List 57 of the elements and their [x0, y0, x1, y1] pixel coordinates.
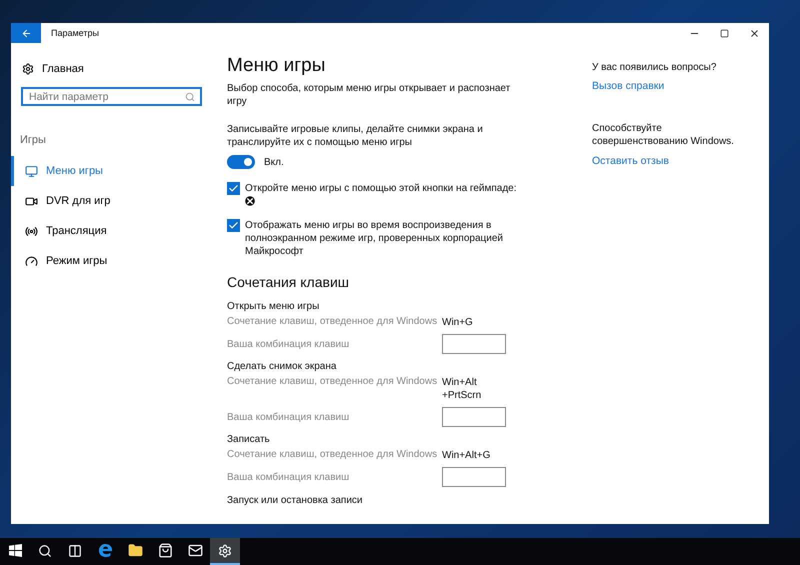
- page-title: Меню игры: [227, 55, 326, 77]
- description-text: Выбор способа, которым меню игры открывает и распознает игру: [227, 82, 512, 108]
- nav-item[interactable]: Меню игры: [11, 156, 216, 186]
- shortcut-keys: Win+G: [442, 316, 473, 329]
- shortcut-label: Ваша комбинация клавиш: [227, 339, 350, 350]
- back-arrow-icon: [20, 28, 32, 38]
- task-view-icon: [68, 544, 82, 558]
- folder-icon: [128, 543, 142, 558]
- section-heading: Сочетания клавиш: [227, 274, 350, 290]
- shortcut-label: Сочетание клавиш, отведенное для Windows: [227, 449, 438, 460]
- feedback-text: Способствуйте совершенствованию Windows.: [592, 122, 735, 148]
- home-link[interactable]: Главная: [22, 59, 216, 79]
- shortcut-keys: Win+Alt +PrtScrn: [442, 376, 482, 402]
- settings-icon: [218, 544, 232, 558]
- windows-logo-icon: [8, 544, 22, 557]
- shortcut-keys: Win+Alt+G: [442, 449, 490, 462]
- nav-item[interactable]: Трансляция: [11, 216, 216, 246]
- search-icon: [185, 92, 195, 102]
- maximize-icon: [720, 28, 728, 38]
- checkbox[interactable]: [227, 182, 240, 195]
- shortcut-label: Ваша комбинация клавиш: [227, 412, 350, 423]
- search-field[interactable]: Найти параметр: [21, 87, 202, 106]
- video-icon: [25, 194, 38, 208]
- shortcut-title: Записать: [227, 434, 271, 445]
- monitor-icon: [25, 164, 38, 178]
- checkbox-label: Откройте меню игры с помощью этой кнопки на геймпаде:: [245, 182, 517, 195]
- browser-logo-icon: [98, 543, 112, 558]
- search-icon: [38, 544, 52, 558]
- toggle-state-text: Вкл.: [264, 156, 284, 168]
- taskbar-button[interactable]: [210, 538, 240, 565]
- gear-icon: [22, 63, 34, 75]
- mail-icon: [188, 543, 202, 558]
- shortcut-label: Сочетание клавиш, отведенное для Windows: [227, 316, 438, 327]
- nav-item[interactable]: DVR для игр: [11, 186, 216, 216]
- window-title: Параметры: [51, 28, 100, 38]
- feedback-link[interactable]: Оставить отзыв: [592, 155, 752, 167]
- shortcut-input-field[interactable]: [442, 407, 506, 427]
- help-question: У вас появились вопросы?: [592, 62, 718, 73]
- gauge-icon: [25, 254, 38, 268]
- section-label: Игры: [20, 134, 47, 146]
- checkbox[interactable]: [227, 219, 240, 232]
- setting-description: Записывайте игровые клипы, делайте снимки экрана и транслируйте их с помощью меню игры: [227, 123, 484, 149]
- broadcast-icon: [25, 224, 38, 238]
- help-link[interactable]: Вызов справки: [592, 80, 752, 92]
- back-button[interactable]: [11, 23, 41, 43]
- shortcut-input-field[interactable]: [442, 467, 506, 487]
- close-icon: [748, 28, 760, 38]
- shortcut-label: Сочетание клавиш, отведенное для Windows: [227, 376, 438, 387]
- checkbox-label: Отображать меню игры во время воспроизведения в полноэкранном режиме игр, проверенных корпорацией Майкрософт: [245, 219, 504, 258]
- shortcut-input-field[interactable]: [442, 334, 506, 354]
- nav-item[interactable]: Режим игры: [11, 246, 216, 276]
- toggle-switch[interactable]: [227, 155, 255, 169]
- shortcut-label: Ваша комбинация клавиш: [227, 472, 350, 483]
- shopping-bag-icon: [158, 543, 172, 558]
- shortcut-title: Открыть меню игры: [227, 301, 320, 312]
- shortcut-title: Запуск или остановка записи: [227, 495, 364, 506]
- shortcut-title: Сделать снимок экрана: [227, 361, 338, 372]
